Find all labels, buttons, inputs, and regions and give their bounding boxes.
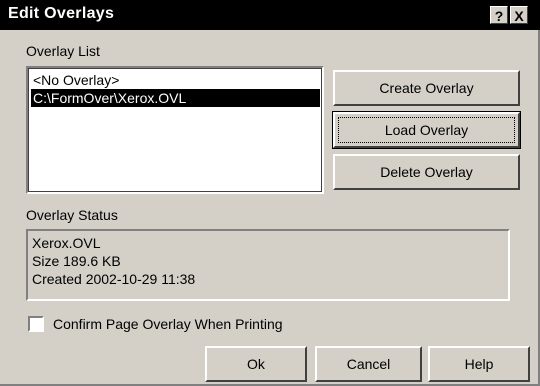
close-icon[interactable]: X bbox=[510, 6, 528, 24]
status-created: Created 2002-10-29 11:38 bbox=[32, 271, 196, 287]
edit-overlays-dialog: Edit Overlays ? X Overlay List <No Overl… bbox=[0, 0, 540, 386]
overlay-list-item-none[interactable]: <No Overlay> bbox=[31, 71, 320, 89]
status-size: Size 189.6 KB bbox=[32, 253, 121, 269]
confirm-overlay-checkbox[interactable] bbox=[28, 316, 44, 332]
focus-rectangle bbox=[338, 117, 515, 143]
overlay-status-panel: Xerox.OVL Size 189.6 KB Created 2002-10-… bbox=[26, 229, 510, 301]
load-overlay-button[interactable]: Load Overlay bbox=[332, 111, 521, 149]
help-question-icon[interactable]: ? bbox=[490, 6, 508, 24]
overlay-list-label: Overlay List bbox=[26, 43, 100, 59]
create-overlay-button[interactable]: Create Overlay bbox=[333, 70, 520, 106]
confirm-overlay-label[interactable]: Confirm Page Overlay When Printing bbox=[53, 316, 283, 332]
delete-overlay-button[interactable]: Delete Overlay bbox=[333, 154, 520, 190]
ok-button[interactable]: Ok bbox=[205, 346, 307, 382]
title-bar[interactable]: Edit Overlays ? X bbox=[0, 0, 540, 30]
help-button[interactable]: Help bbox=[428, 346, 530, 382]
overlay-listbox[interactable]: <No Overlay> C:\FormOver\Xerox.OVL bbox=[26, 66, 324, 194]
window-title: Edit Overlays bbox=[8, 5, 115, 22]
overlay-list-item-xerox[interactable]: C:\FormOver\Xerox.OVL bbox=[31, 89, 320, 107]
overlay-status-label: Overlay Status bbox=[26, 207, 118, 223]
status-filename: Xerox.OVL bbox=[32, 235, 101, 251]
cancel-button[interactable]: Cancel bbox=[315, 346, 422, 382]
